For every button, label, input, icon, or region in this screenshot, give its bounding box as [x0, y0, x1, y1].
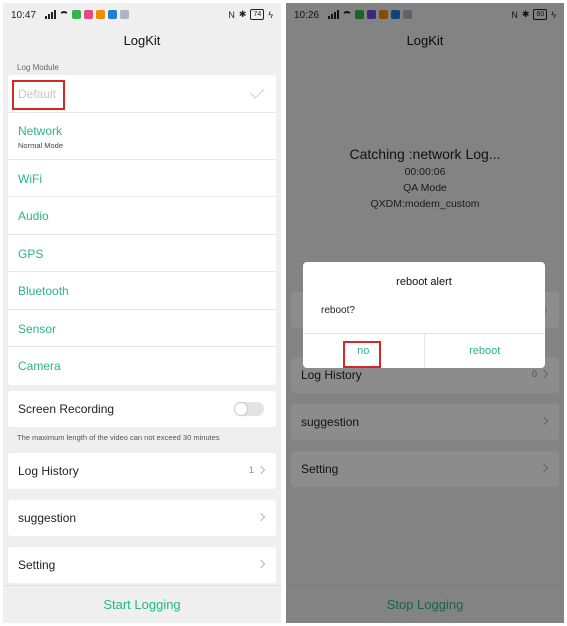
screen-recording-toggle[interactable]: [234, 402, 264, 416]
app-notification-icon: [96, 10, 105, 19]
log-history-row[interactable]: Log History 1: [8, 453, 276, 489]
status-bar: 10:26 N ✱ 60 ϟ: [286, 3, 564, 27]
wifi-icon: [59, 10, 69, 19]
module-label: Audio: [18, 209, 49, 223]
start-logging-button[interactable]: Start Logging: [3, 585, 281, 623]
status-bar-dim: [286, 3, 564, 27]
reboot-alert-dialog: reboot alert reboot? no reboot: [303, 262, 545, 368]
dialog-title: reboot alert: [396, 276, 452, 288]
module-item-sensor[interactable]: Sensor: [8, 310, 276, 347]
module-label: GPS: [18, 246, 44, 261]
app-notification-icon: [84, 10, 93, 19]
logkit-screen-catching: 10:26 N ✱ 60 ϟ LogKit Catching :network …: [286, 3, 564, 623]
module-label: Camera: [18, 359, 61, 373]
screen-recording-label: Screen Recording: [18, 402, 115, 416]
status-bar: 10:47 N ✱ 74 ϟ: [3, 3, 281, 27]
status-right: N ✱ 74 ϟ: [228, 9, 273, 20]
highlight-box: [12, 80, 65, 110]
setting-row[interactable]: Setting: [8, 547, 276, 583]
module-label: WiFi: [18, 171, 42, 186]
app-notification-icon: [120, 10, 129, 19]
module-label: Bluetooth: [18, 284, 69, 298]
chevron-right-icon: [256, 512, 266, 522]
status-time: 10:47: [11, 10, 37, 21]
app-title: LogKit: [123, 33, 161, 48]
battery-icon: 74: [250, 9, 265, 20]
log-history-count: 1: [248, 465, 254, 475]
recording-limit-note: The maximum length of the video can not …: [17, 433, 220, 442]
highlight-box: [343, 341, 381, 368]
app-notification-icon: [108, 10, 117, 19]
screen-recording-row: Screen Recording: [8, 391, 276, 427]
signal-icon: [45, 10, 56, 19]
module-item-gps[interactable]: GPS: [8, 235, 276, 272]
module-label: Network: [18, 123, 63, 138]
dialog-actions: no reboot: [303, 333, 545, 368]
chevron-right-icon: [256, 559, 266, 569]
module-sublabel: Normal Mode: [18, 140, 64, 150]
module-item-wifi[interactable]: WiFi: [8, 160, 276, 197]
chevron-right-icon: [256, 465, 266, 475]
module-item-network[interactable]: Network Normal Mode: [8, 113, 276, 160]
dialog-message: reboot?: [321, 305, 355, 316]
module-item-audio[interactable]: Audio: [8, 197, 276, 235]
log-module-list: Default Network Normal Mode WiFi Audio G…: [8, 75, 276, 385]
suggestion-row[interactable]: suggestion: [8, 500, 276, 536]
charging-icon: ϟ: [268, 9, 273, 20]
log-history-label: Log History: [18, 464, 79, 478]
check-icon: [250, 84, 265, 99]
module-item-camera[interactable]: Camera: [8, 347, 276, 385]
section-label-log-module: Log Module: [17, 63, 59, 72]
setting-label: Setting: [18, 558, 56, 572]
reboot-button[interactable]: reboot: [423, 334, 546, 368]
suggestion-label: suggestion: [18, 511, 77, 525]
status-icons: [45, 10, 129, 19]
logkit-screen-idle: 10:47 N ✱ 74 ϟ LogKit Log Module Default…: [3, 3, 281, 623]
bluetooth-icon: ✱: [238, 9, 247, 19]
app-notification-icon: [72, 10, 81, 19]
nfc-icon: N: [228, 9, 235, 20]
module-label: Sensor: [18, 321, 57, 336]
module-item-bluetooth[interactable]: Bluetooth: [8, 272, 276, 310]
